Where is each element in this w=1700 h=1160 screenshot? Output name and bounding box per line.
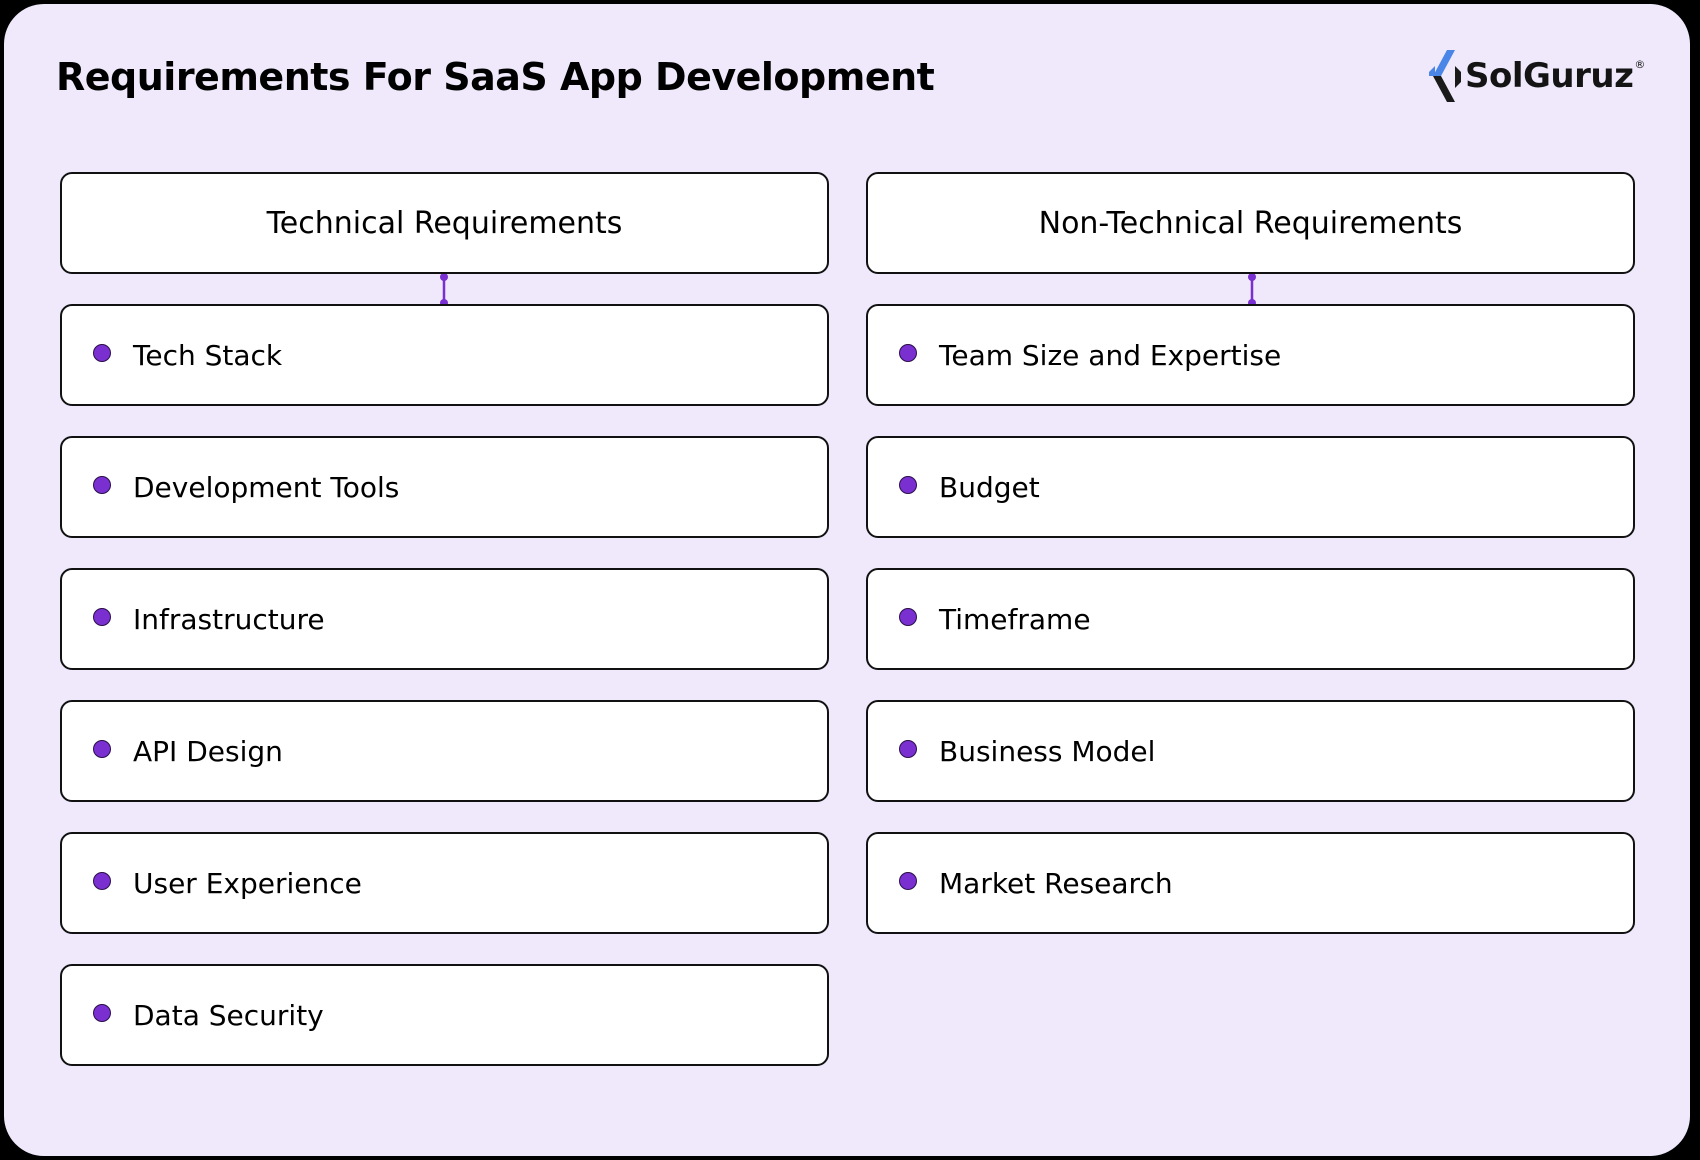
- bullet-icon: [93, 1004, 111, 1022]
- requirement-item: Budget: [866, 436, 1635, 538]
- requirement-label: Development Tools: [133, 470, 400, 504]
- diagram-title: Requirements For SaaS App Development: [56, 55, 935, 99]
- column-header-box: Technical Requirements: [60, 172, 829, 274]
- requirement-label: Business Model: [939, 734, 1156, 768]
- bullet-icon: [93, 740, 111, 758]
- bullet-icon: [93, 872, 111, 890]
- column-header-label: Technical Requirements: [266, 205, 623, 241]
- logo-registered-mark: ®: [1634, 58, 1646, 71]
- bullet-icon: [899, 476, 917, 494]
- requirement-item: Tech Stack: [60, 304, 829, 406]
- bullet-icon: [93, 344, 111, 362]
- bullet-icon: [93, 608, 111, 626]
- requirement-item: Data Security: [60, 964, 829, 1066]
- requirement-item: Business Model: [866, 700, 1635, 802]
- header-connector: [1248, 274, 1256, 306]
- bullet-icon: [899, 344, 917, 362]
- requirement-label: Budget: [939, 470, 1040, 504]
- requirement-item: API Design: [60, 700, 829, 802]
- solguruz-logo: SolGuruz ®: [1425, 48, 1645, 104]
- requirement-item: Team Size and Expertise: [866, 304, 1635, 406]
- requirement-item: Market Research: [866, 832, 1635, 934]
- requirement-label: Infrastructure: [133, 602, 325, 636]
- bullet-icon: [899, 872, 917, 890]
- requirement-label: Tech Stack: [133, 338, 283, 372]
- solguruz-logo-mark-icon: [1429, 50, 1461, 102]
- requirement-label: Team Size and Expertise: [939, 338, 1282, 372]
- requirement-item: Infrastructure: [60, 568, 829, 670]
- requirement-label: Market Research: [939, 866, 1173, 900]
- bullet-icon: [899, 608, 917, 626]
- requirement-item: Timeframe: [866, 568, 1635, 670]
- requirement-label: User Experience: [133, 866, 362, 900]
- column-header-box: Non-Technical Requirements: [866, 172, 1635, 274]
- column-header-label: Non-Technical Requirements: [1038, 205, 1463, 241]
- requirement-item: Development Tools: [60, 436, 829, 538]
- requirement-label: API Design: [133, 734, 283, 768]
- bullet-icon: [899, 740, 917, 758]
- requirement-item: User Experience: [60, 832, 829, 934]
- header-connector: [440, 274, 448, 306]
- bullet-icon: [93, 476, 111, 494]
- requirement-label: Timeframe: [939, 602, 1091, 636]
- logo-text: SolGuruz: [1465, 56, 1634, 96]
- requirement-label: Data Security: [133, 998, 324, 1032]
